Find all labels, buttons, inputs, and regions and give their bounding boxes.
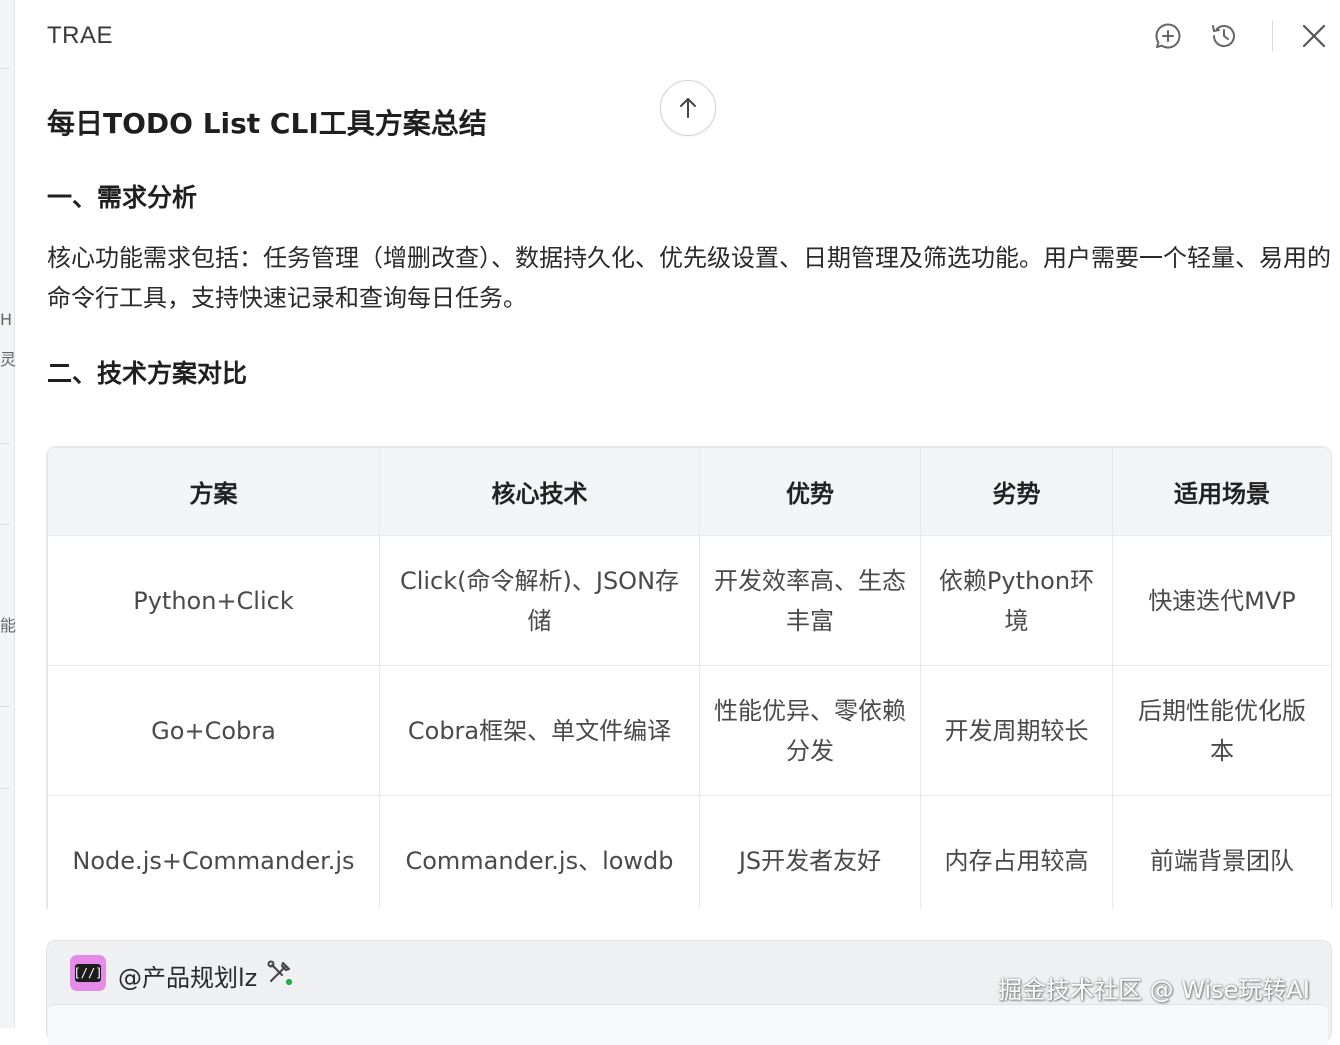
left-strip-text: 能	[0, 616, 17, 635]
agent-mention-label[interactable]: @产品规划lz	[118, 958, 257, 993]
table-cell: Go+Cobra	[47, 665, 380, 796]
section-heading-requirements: 一、需求分析	[47, 183, 198, 212]
section-heading-comparison: 二、技术方案对比	[47, 359, 248, 388]
divider	[0, 706, 9, 707]
column-header: 核心技术	[379, 447, 700, 536]
close-button[interactable]	[1296, 18, 1332, 54]
table-cell: 开发效率高、生态丰富	[699, 535, 921, 666]
history-icon	[1212, 25, 1235, 48]
column-header: 优势	[699, 447, 921, 536]
column-header: 适用场景	[1112, 447, 1331, 536]
agent-avatar: [//]	[70, 955, 106, 991]
table-cell: 内存占用较高	[920, 795, 1113, 909]
app-title: TRAE	[47, 22, 114, 49]
table-row: Node.js+Commander.js Commander.js、lowdb …	[47, 795, 1331, 909]
tools-icon[interactable]	[266, 958, 296, 988]
table-cell: 快速迭代MVP	[1112, 535, 1331, 666]
table-cell: JS开发者友好	[699, 795, 921, 909]
requirements-paragraph: 核心功能需求包括：任务管理（增删改查）、数据持久化、优先级设置、日期管理及筛选功…	[47, 244, 1331, 312]
new-chat-button[interactable]	[1150, 18, 1186, 54]
divider	[0, 443, 9, 444]
document-title: 每日TODO List CLI工具方案总结	[47, 107, 487, 140]
divider	[0, 788, 9, 789]
column-header: 劣势	[920, 447, 1113, 536]
new-chat-icon	[1155, 23, 1181, 49]
header-divider	[1272, 20, 1273, 52]
table-cell: 前端背景团队	[1112, 795, 1331, 909]
table-cell: 依赖Python环境	[920, 535, 1113, 666]
table-row: Python+Click Click(命令解析)、JSON存储 开发效率高、生态…	[47, 535, 1331, 666]
agent-avatar-text: [//]	[73, 964, 103, 982]
arrow-up-icon	[680, 98, 696, 118]
scroll-to-top-button[interactable]	[660, 80, 716, 136]
divider	[0, 68, 9, 69]
table-cell: Node.js+Commander.js	[47, 795, 380, 909]
left-strip-text: 灵	[0, 350, 17, 369]
left-strip-text: H	[0, 310, 13, 329]
table-cell: 后期性能优化版本	[1112, 665, 1331, 796]
history-button[interactable]	[1206, 18, 1242, 54]
comparison-table: 方案 核心技术 优势 劣势 适用场景 Python+Click Click(命令…	[46, 446, 1332, 909]
column-header: 方案	[47, 447, 380, 536]
table-cell: Cobra框架、单文件编译	[379, 665, 700, 796]
table-cell: Commander.js、lowdb	[379, 795, 700, 909]
table-cell: 开发周期较长	[920, 665, 1113, 796]
close-icon	[1302, 24, 1326, 48]
table-header-row: 方案 核心技术 优势 劣势 适用场景	[47, 447, 1331, 536]
table-cell: 性能优异、零依赖分发	[699, 665, 921, 796]
left-panel-strip: H 灵 能	[0, 0, 17, 1028]
watermark: 掘金技术社区 @ Wise玩转AI	[998, 976, 1310, 1004]
table-cell: Python+Click	[47, 535, 380, 666]
table-cell: Click(命令解析)、JSON存储	[379, 535, 700, 666]
divider	[0, 524, 9, 525]
table-row: Go+Cobra Cobra框架、单文件编译 性能优异、零依赖分发 开发周期较长…	[47, 665, 1331, 796]
chat-input-area[interactable]	[48, 1004, 1328, 1045]
